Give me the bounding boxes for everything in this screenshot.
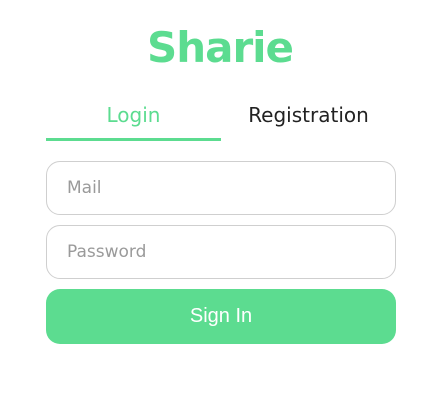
tab-login[interactable]: Login xyxy=(46,98,221,141)
app-logo: Sharie xyxy=(146,23,294,72)
tab-registration[interactable]: Registration xyxy=(221,98,396,138)
password-input[interactable] xyxy=(46,225,396,279)
auth-tabs: Login Registration xyxy=(46,98,396,142)
auth-card: Sharie Login Registration Sign In xyxy=(0,0,440,412)
mail-input[interactable] xyxy=(46,161,396,215)
sign-in-button[interactable]: Sign In xyxy=(46,289,396,344)
